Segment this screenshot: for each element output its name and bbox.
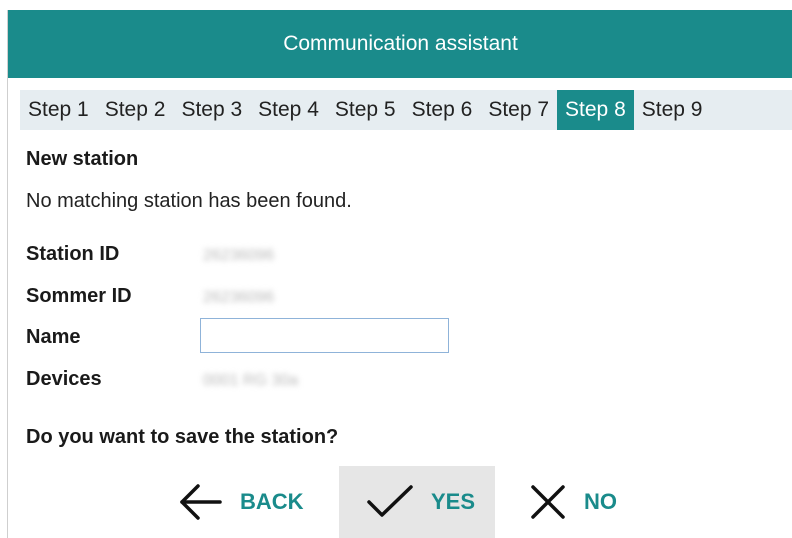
station-id-value: 26236096 [203,247,275,264]
checkmark-icon [365,482,415,522]
sommer-id-value: 26236096 [203,289,275,306]
devices-label: Devices [26,368,102,390]
status-message: No matching station has been found. [26,190,352,212]
step-tab-8-active[interactable]: Step 8 [557,90,634,130]
step-navigation: Step 1 Step 2 Step 3 Step 4 Step 5 Step … [20,90,792,130]
window-title: Communication assistant [283,32,518,55]
step-tab-1[interactable]: Step 1 [20,90,97,130]
station-id-label: Station ID [26,243,120,265]
devices-value: 0001 RG 30a [203,372,299,389]
step-tab-7[interactable]: Step 7 [480,90,557,130]
back-button[interactable]: BACK [176,466,326,538]
step-tab-9[interactable]: Step 9 [634,90,711,130]
step-tab-3[interactable]: Step 3 [173,90,250,130]
section-title: New station [26,148,139,170]
window-title-bar: Communication assistant [8,10,792,78]
name-label: Name [26,326,81,348]
back-button-label: BACK [240,489,304,514]
no-button[interactable]: NO [528,466,648,538]
no-button-label: NO [584,489,617,514]
arrow-left-icon [176,482,224,522]
step-tab-5[interactable]: Step 5 [327,90,404,130]
sommer-id-label: Sommer ID [26,285,132,307]
close-icon [528,482,568,522]
yes-button[interactable]: YES [339,466,495,538]
step-tab-2[interactable]: Step 2 [97,90,174,130]
yes-button-label: YES [431,489,476,514]
communication-assistant-window: Communication assistant Step 1 Step 2 St… [7,10,792,538]
step-tab-6[interactable]: Step 6 [404,90,481,130]
step-tab-4[interactable]: Step 4 [250,90,327,130]
save-question: Do you want to save the station? [26,426,339,448]
name-input[interactable] [200,318,449,353]
